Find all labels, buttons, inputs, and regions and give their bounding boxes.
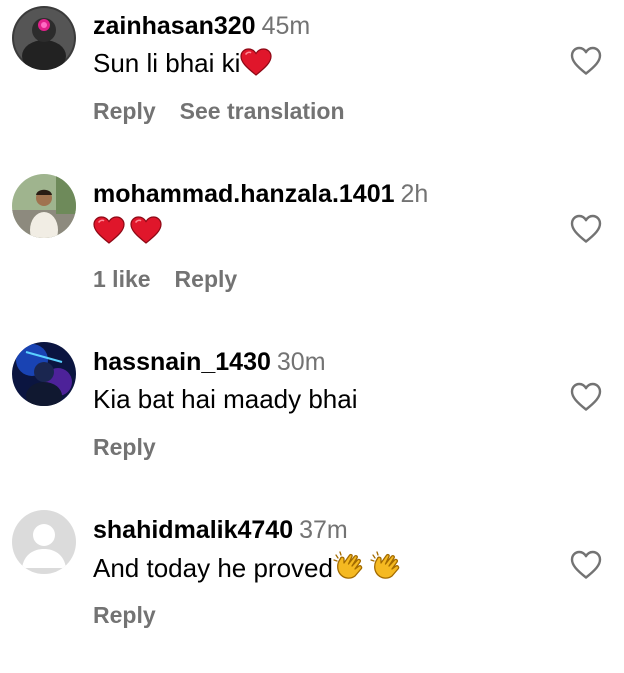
comment-body: And today he proved — [93, 553, 333, 583]
timestamp: 45m — [261, 12, 311, 40]
username[interactable]: mohammad.hanzala.1401 — [93, 180, 395, 208]
comment-body: Sun li bhai ki — [93, 48, 241, 78]
timestamp: 2h — [400, 180, 429, 208]
avatar[interactable] — [12, 342, 76, 406]
comment-header: shahidmalik4740 37m — [93, 513, 348, 547]
heart-emoji-icon — [240, 48, 273, 85]
heart-outline-icon — [570, 214, 602, 243]
like-button[interactable] — [570, 550, 602, 580]
timestamp: 30m — [276, 348, 326, 376]
reply-button[interactable]: Reply — [93, 434, 156, 460]
comment-text — [93, 213, 162, 253]
comment-text: Kia bat hai maady bhai — [93, 381, 358, 417]
heart-outline-icon — [570, 550, 602, 579]
comment-item: mohammad.hanzala.1401 2h 1 like Reply — [0, 169, 624, 337]
comment-text: Sun li bhai ki — [93, 45, 273, 85]
reply-button[interactable]: Reply — [175, 266, 238, 292]
comment-actions: 1 like Reply — [93, 261, 261, 297]
like-button[interactable] — [570, 46, 602, 76]
see-translation-button[interactable]: See translation — [180, 98, 345, 124]
comment-actions: Reply — [93, 597, 180, 633]
clapping-hands-icon — [370, 549, 402, 590]
avatar[interactable] — [12, 6, 76, 70]
comment-actions: Reply See translation — [93, 93, 369, 129]
like-count[interactable]: 1 like — [93, 266, 151, 292]
heart-emoji-icon — [130, 216, 162, 253]
avatar[interactable] — [12, 510, 76, 574]
comment-body: Kia bat hai maady bhai — [93, 384, 358, 414]
username[interactable]: shahidmalik4740 — [93, 516, 293, 544]
comment-item: shahidmalik4740 37m And today he proved R… — [0, 505, 624, 673]
username[interactable]: zainhasan320 — [93, 12, 256, 40]
like-button[interactable] — [570, 382, 602, 412]
like-button[interactable] — [570, 214, 602, 244]
comment-item: hassnain_1430 30m Kia bat hai maady bhai … — [0, 337, 624, 505]
heart-emoji-icon — [93, 216, 125, 253]
comment-header: zainhasan320 45m — [93, 9, 310, 43]
timestamp: 37m — [299, 516, 348, 544]
clapping-hands-icon — [333, 549, 365, 590]
comment-actions: Reply — [93, 429, 180, 465]
reply-button[interactable]: Reply — [93, 98, 156, 124]
comment-header: mohammad.hanzala.1401 2h — [93, 177, 428, 211]
username[interactable]: hassnain_1430 — [93, 348, 271, 376]
comment-header: hassnain_1430 30m — [93, 345, 326, 379]
comment-text: And today he proved — [93, 549, 402, 590]
avatar[interactable] — [12, 174, 76, 238]
reply-button[interactable]: Reply — [93, 602, 156, 628]
heart-outline-icon — [570, 46, 602, 75]
heart-outline-icon — [570, 382, 602, 411]
comment-item: zainhasan320 45m Sun li bhai ki Reply See … — [0, 1, 624, 169]
